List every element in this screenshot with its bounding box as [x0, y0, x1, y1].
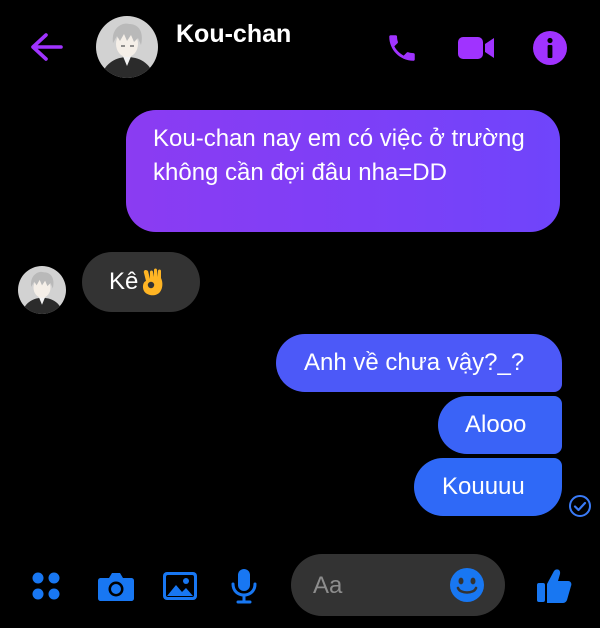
incoming-message-text: Kê [109, 268, 139, 295]
video-call-button[interactable] [454, 26, 498, 70]
incoming-message[interactable]: Kê [82, 252, 200, 312]
gallery-icon [163, 572, 197, 600]
like-button[interactable] [532, 564, 576, 608]
apps-grid-icon [32, 572, 60, 600]
emoji-button[interactable] [449, 567, 485, 603]
camera-icon [98, 573, 134, 601]
phone-icon [389, 35, 415, 61]
contact-name[interactable]: Kou-chan [176, 20, 291, 49]
conversation-info-button[interactable] [528, 26, 572, 70]
message-composer[interactable] [291, 554, 505, 616]
outgoing-message[interactable]: Kouuuu [414, 458, 562, 516]
message-input[interactable] [311, 566, 455, 606]
contact-avatar-small[interactable] [18, 266, 66, 314]
back-button[interactable] [22, 24, 72, 70]
outgoing-message[interactable]: Kou-chan nay em có việc ở trường không c… [126, 110, 560, 232]
camera-button[interactable] [94, 564, 138, 608]
more-actions-button[interactable] [24, 564, 68, 608]
microphone-icon [231, 569, 257, 604]
audio-call-button[interactable] [380, 26, 424, 70]
back-arrow-icon [31, 33, 63, 61]
info-icon [533, 31, 567, 65]
ok-hand-emoji-icon [143, 268, 163, 296]
smiley-icon [450, 568, 484, 602]
outgoing-message[interactable]: Alooo [438, 396, 562, 454]
thumbs-up-icon [537, 569, 572, 603]
voice-record-button[interactable] [222, 564, 266, 608]
seen-check-icon [568, 494, 592, 518]
contact-avatar[interactable] [96, 16, 158, 78]
outgoing-message[interactable]: Anh về chưa vậy?_? [276, 334, 562, 392]
gallery-button[interactable] [158, 564, 202, 608]
video-camera-icon [458, 37, 494, 59]
